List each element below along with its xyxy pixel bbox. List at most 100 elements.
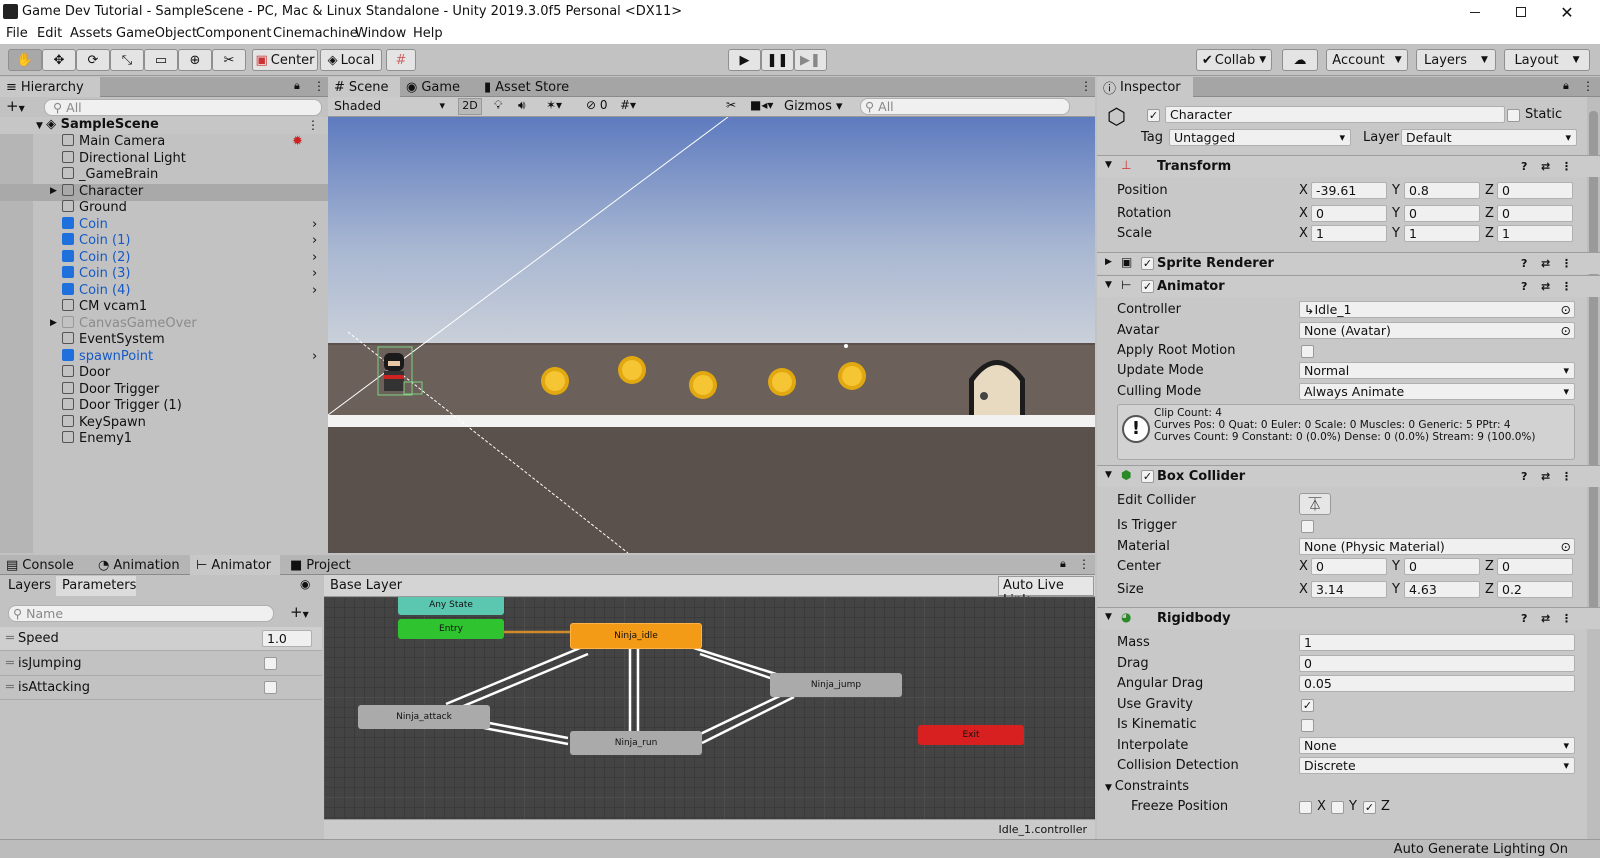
minimize-button[interactable]	[1452, 0, 1498, 24]
step-button[interactable]: ▶❚	[794, 49, 827, 71]
rotation-x-input[interactable]: 0	[1311, 205, 1387, 222]
tag-dropdown[interactable]: Untagged	[1169, 129, 1351, 146]
rotation-x-axis-label[interactable]: X	[1299, 206, 1308, 221]
active-checkbox[interactable]: ✓	[1147, 109, 1160, 122]
scale-x-input[interactable]: 1	[1311, 225, 1387, 242]
hierarchy-item[interactable]: EventSystem	[0, 332, 328, 349]
freeze-y-checkbox[interactable]	[1331, 801, 1344, 814]
tab-asset-store[interactable]: ▮ Asset Store	[478, 77, 578, 97]
kebab-menu-icon[interactable]: ⋮	[1078, 557, 1090, 571]
mass-input[interactable]: 1	[1299, 634, 1575, 651]
hierarchy-item[interactable]: Coin (2) ›	[0, 249, 328, 267]
scene-search-input[interactable]: ⚲ All	[860, 98, 1070, 115]
hierarchy-item[interactable]: KeySpawn	[0, 414, 328, 432]
parameter-row[interactable]: ═ isJumping	[0, 652, 322, 676]
object-picker-icon[interactable]: ⊙	[1561, 539, 1571, 554]
drag-handle-icon[interactable]: ═	[6, 656, 18, 671]
center-y-axis-label[interactable]: Y	[1392, 559, 1400, 574]
gizmos-dropdown[interactable]: Gizmos ▾	[784, 99, 843, 114]
is-kinematic-checkbox[interactable]	[1301, 719, 1314, 732]
lock-icon[interactable]: 🔒︎	[1060, 557, 1066, 571]
position-z-input[interactable]: 0	[1497, 182, 1573, 199]
lock-icon[interactable]: 🔒︎	[1563, 79, 1569, 93]
component-menu-icon[interactable]: ⋮	[1561, 470, 1572, 483]
parameter-search-input[interactable]: ⚲ Name	[8, 605, 274, 622]
hierarchy-item[interactable]: spawnPoint ›	[0, 348, 328, 366]
center-z-axis-label[interactable]: Z	[1485, 559, 1494, 574]
settings-icon[interactable]: ⇄	[1541, 160, 1550, 173]
layout-dropdown[interactable]: Layout ▼	[1504, 49, 1590, 71]
object-name-input[interactable]: Character	[1165, 106, 1505, 123]
scale-tool-icon[interactable]: ⤡	[110, 49, 144, 71]
scale-z-input[interactable]: 1	[1497, 225, 1573, 242]
restore-button[interactable]	[1498, 0, 1544, 24]
help-icon[interactable]: ?	[1521, 612, 1527, 625]
camera-icon[interactable]: ■◂▾	[750, 98, 773, 112]
center-x-axis-label[interactable]: X	[1299, 559, 1308, 574]
chevron-right-icon[interactable]: ›	[312, 217, 317, 232]
hand-tool-icon[interactable]: ✋	[8, 49, 42, 71]
animator-enabled[interactable]: ✓	[1141, 280, 1154, 293]
collab-button[interactable]: ✔ Collab ▼	[1196, 49, 1272, 71]
shading-dropdown[interactable]: Shaded	[330, 98, 450, 115]
parameter-row[interactable]: ═ isAttacking	[0, 676, 322, 700]
avatar-field[interactable]: None (Avatar) ⊙	[1299, 322, 1575, 339]
expand-arrow-icon[interactable]: ▶	[50, 186, 57, 196]
hierarchy-item[interactable]: ▶ Character	[0, 183, 328, 201]
kebab-menu-icon[interactable]: ⋮	[1582, 79, 1594, 93]
size-y-axis-label[interactable]: Y	[1392, 582, 1400, 597]
menu-window[interactable]: Window	[355, 26, 406, 41]
chevron-right-icon[interactable]: ›	[312, 266, 317, 281]
move-tool-icon[interactable]: ✥	[42, 49, 76, 71]
state-ninja-jump[interactable]: Ninja_jump	[770, 673, 902, 697]
root-motion-checkbox[interactable]	[1301, 345, 1314, 358]
account-dropdown[interactable]: Account ▼	[1326, 49, 1408, 71]
eye-icon[interactable]: ◉	[300, 577, 310, 591]
layers-dropdown[interactable]: Layers ▼	[1416, 49, 1496, 71]
audio-icon[interactable]: 🔊︎	[518, 98, 526, 113]
hierarchy-item[interactable]: ▶ CanvasGameOver	[0, 315, 328, 333]
hierarchy-item[interactable]: Coin (3) ›	[0, 266, 328, 283]
menu-component[interactable]: Component	[196, 26, 271, 41]
tab-console[interactable]: ▤ Console	[0, 555, 90, 575]
size-y-input[interactable]: 4.63	[1404, 581, 1480, 598]
center-y-input[interactable]: 0	[1404, 558, 1480, 575]
create-button[interactable]: +▼	[6, 97, 25, 115]
component-menu-icon[interactable]: ⋮	[1561, 257, 1572, 270]
parameter-value-input[interactable]: 1.0	[262, 630, 312, 647]
grid-icon[interactable]: #▾	[620, 98, 636, 112]
menu-help[interactable]: Help	[413, 26, 443, 41]
hierarchy-item[interactable]: Door Trigger	[0, 381, 328, 399]
static-checkbox[interactable]	[1507, 109, 1520, 122]
pivot-local-button[interactable]: ◈ Local	[320, 49, 382, 71]
help-icon[interactable]: ?	[1521, 160, 1527, 173]
interpolate-dropdown[interactable]: None	[1299, 737, 1575, 754]
collision-detection-dropdown[interactable]: Discrete	[1299, 757, 1575, 774]
menu-file[interactable]: File	[6, 26, 28, 41]
tab-layers[interactable]: Layers	[2, 576, 54, 596]
state-exit[interactable]: Exit	[918, 725, 1024, 745]
position-y-input[interactable]: 0.8	[1404, 182, 1480, 199]
rigidbody-header[interactable]: ▼ ◕ Rigidbody? ⇄ ⋮	[1097, 607, 1600, 629]
play-button[interactable]: ▶	[728, 49, 761, 71]
close-button[interactable]: ✕	[1544, 0, 1590, 24]
is-trigger-checkbox[interactable]	[1301, 520, 1314, 533]
tab-scene[interactable]: # Scene	[328, 77, 400, 97]
sprite-renderer-header[interactable]: ▶ ▣ ✓ Sprite Renderer? ⇄ ⋮	[1097, 252, 1600, 274]
transform-tool-icon[interactable]: ⊕	[178, 49, 212, 71]
animator-header[interactable]: ▼ ⊢ ✓ Animator? ⇄ ⋮	[1097, 275, 1600, 297]
tab-animation[interactable]: ◔ Animation	[92, 555, 190, 575]
rotation-z-axis-label[interactable]: Z	[1485, 206, 1494, 221]
size-z-input[interactable]: 0.2	[1497, 581, 1573, 598]
tools-icon[interactable]: ✂	[726, 98, 736, 112]
hierarchy-item[interactable]: Main Camera ✹	[0, 134, 328, 151]
expand-arrow-icon[interactable]: ▶	[50, 318, 57, 328]
rotation-z-input[interactable]: 0	[1497, 205, 1573, 222]
auto-live-link-button[interactable]: Auto Live Link	[998, 576, 1094, 608]
scale-z-axis-label[interactable]: Z	[1485, 226, 1494, 241]
chevron-right-icon[interactable]: ›	[312, 233, 317, 248]
rotate-tool-icon[interactable]: ⟳	[76, 49, 110, 71]
hierarchy-item[interactable]: Directional Light	[0, 150, 328, 168]
size-x-input[interactable]: 3.14	[1311, 581, 1387, 598]
component-menu-icon[interactable]: ⋮	[1561, 280, 1572, 293]
